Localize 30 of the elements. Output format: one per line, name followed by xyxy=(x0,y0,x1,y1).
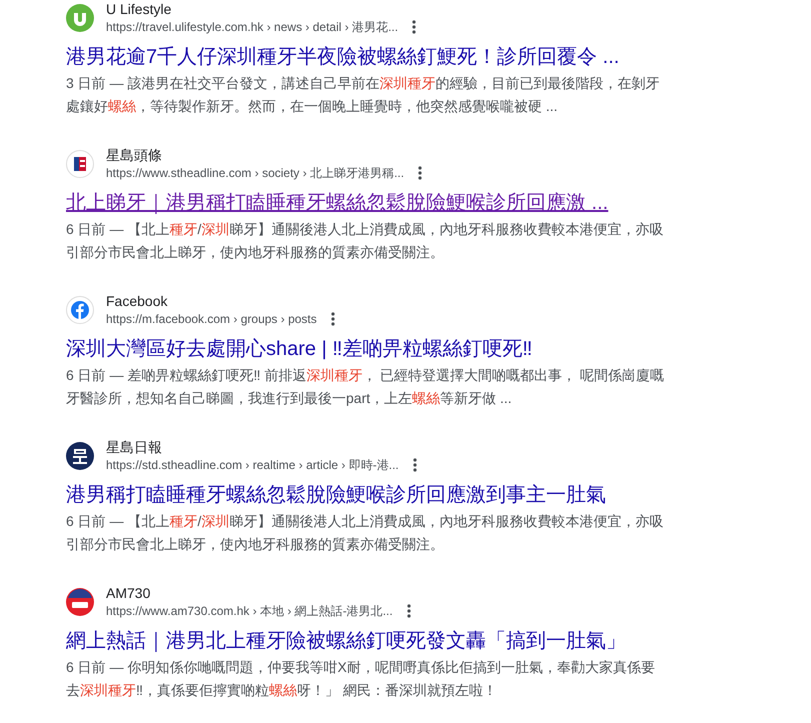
result-url: https://www.stheadline.com › society › 北上睇牙港男稱... xyxy=(106,165,404,182)
result-title-link[interactable]: 北上睇牙｜港男稱打瞌睡種牙螺絲忽鬆脫險鯁喉診所回應激 ... xyxy=(66,190,608,216)
result-title-link[interactable]: 深圳大灣區好去處開心share | ‼差啲畀粒螺絲釘哽死‼ xyxy=(66,336,532,362)
site-name: Facebook xyxy=(106,292,168,310)
more-options-icon[interactable] xyxy=(418,166,422,180)
logo-icon xyxy=(66,442,94,470)
result-url: https://m.facebook.com › groups › posts xyxy=(106,311,317,328)
result-url: https://std.stheadline.com › realtime › article › 即時-港... xyxy=(106,457,399,474)
logo-icon xyxy=(66,4,94,32)
result-snippet: 6 日前 — 【北上種牙/深圳睇牙】通關後港人北上消費成風，內地牙科服務收費較本港便宜，亦吸引部分市民會北上睇牙，使內地牙科服務的質素亦備受關注。 xyxy=(66,512,664,554)
more-options-icon[interactable] xyxy=(330,312,335,326)
result-snippet: 3 日前 — 該港男在社交平台發文，講述自己早前在深圳種牙的經驗，目前已到最後階段，在剝牙處鑲好螺絲，等待製作新牙。然而，在一個晚上睡覺時，他突然感覺喉嚨被硬 ... xyxy=(66,74,660,116)
result-title-link[interactable]: 港男稱打瞌睡種牙螺絲忽鬆脫險鯁喉診所回應激到事主一肚氣 xyxy=(66,482,606,508)
result-snippet: 6 日前 — 你明知係你哋嘅問題，仲要我等咁X耐，呢間嘢真係比佢搞到一肚氣，奉勸大家真係要去深圳種牙‼，真係要佢擰實啲粒螺絲呀！」 網民：番深圳就預左啦！ xyxy=(66,658,656,700)
result-title-link[interactable]: 網上熱話｜港男北上種牙險被螺絲釘哽死發文轟「搞到一肚氣」 xyxy=(66,628,626,654)
logo-icon xyxy=(66,150,94,178)
site-name: AM730 xyxy=(106,584,152,602)
more-options-icon[interactable] xyxy=(406,604,411,618)
site-name: 星島頭條 xyxy=(106,146,163,164)
more-options-icon[interactable] xyxy=(412,20,416,34)
result-title-link[interactable]: 港男花逾7千人仔深圳種牙半夜險被螺絲釘鯁死！診所回覆令 ... xyxy=(66,44,620,70)
result-snippet: 6 日前 — 差啲畀粒螺絲釘哽死‼ 前排返深圳種牙， 已經特登選擇大間啲嘅都出事， 呢間係崗廈嘅牙醫診所，想知名自己睇圖，我進行到最後一part，上左螺絲等新牙做 ... xyxy=(66,366,666,408)
result-url: https://www.am730.com.hk › 本地 › 網上熱話-港男北... xyxy=(106,603,393,620)
logo-icon xyxy=(66,296,94,324)
site-name: 星島日報 xyxy=(106,438,163,456)
result-url: https://travel.ulifestyle.com.hk › news › detail › 港男花... xyxy=(106,19,398,36)
logo-icon xyxy=(66,588,94,616)
more-options-icon[interactable] xyxy=(412,458,417,472)
site-name: U Lifestyle xyxy=(106,0,172,18)
result-snippet: 6 日前 — 【北上種牙/深圳睇牙】通關後港人北上消費成風，內地牙科服務收費較本港便宜，亦吸引部分市民會北上睇牙，使內地牙科服務的質素亦備受關注。 xyxy=(66,220,664,262)
